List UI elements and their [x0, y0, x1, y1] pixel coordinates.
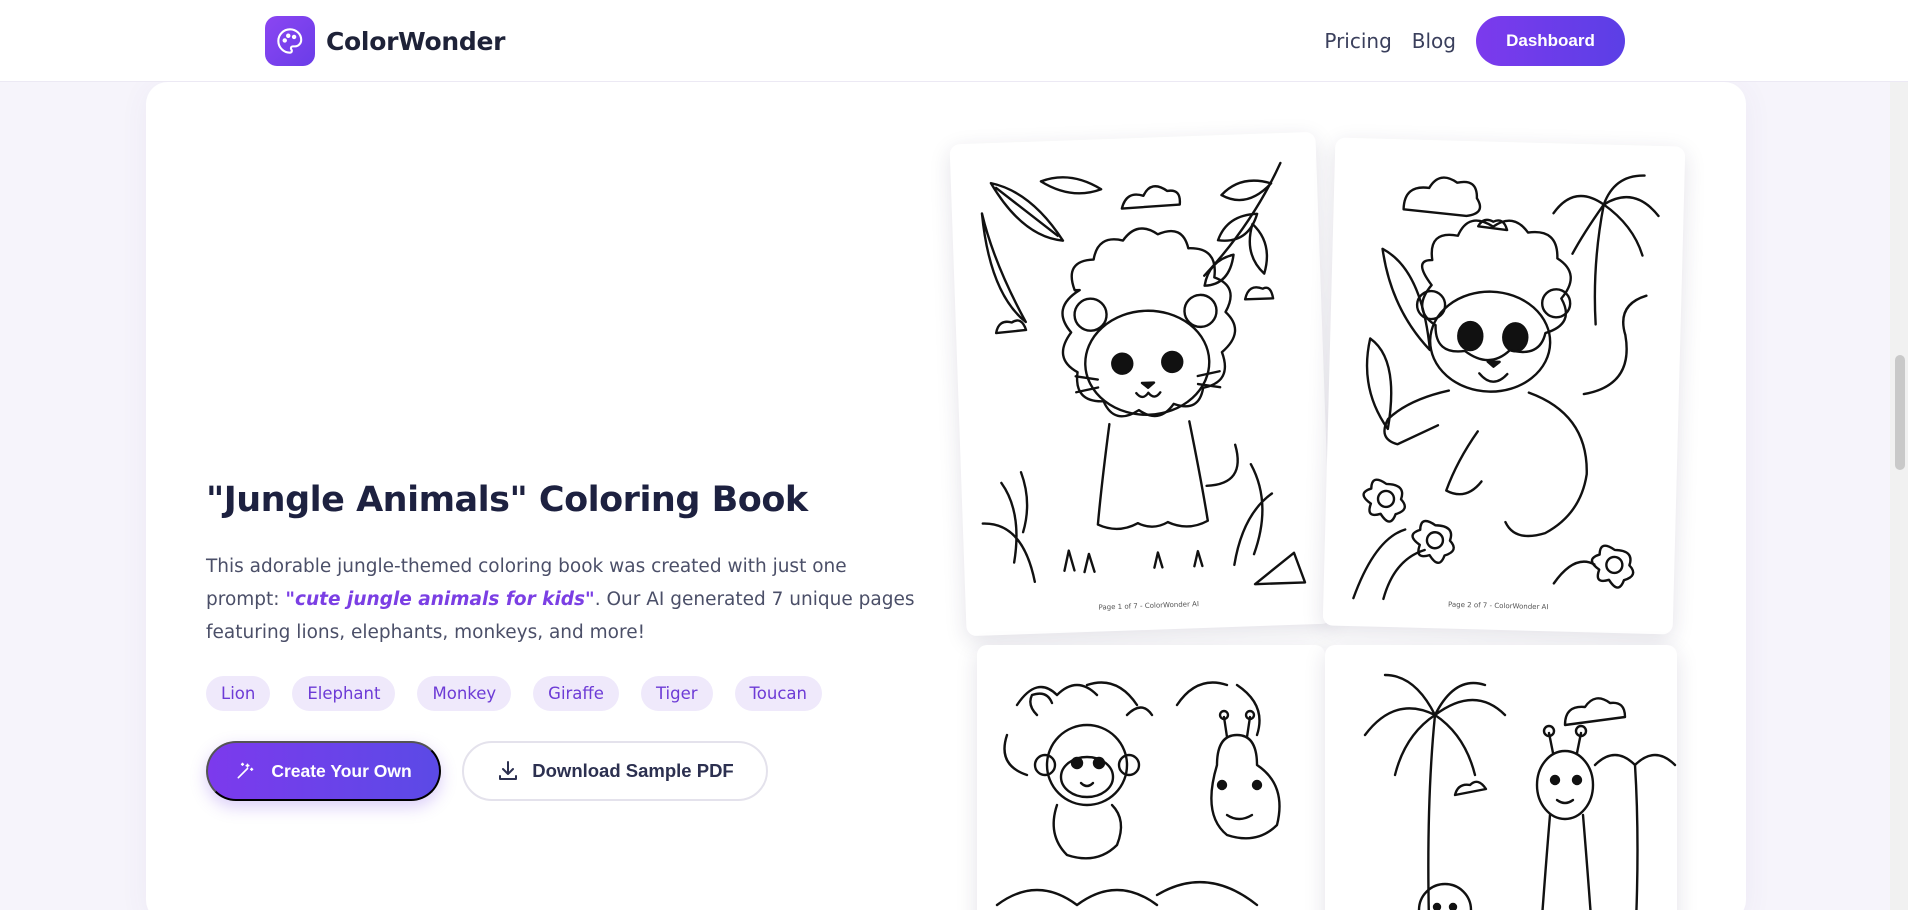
- animal-tags: Lion Elephant Monkey Giraffe Tiger Touca…: [206, 676, 844, 711]
- tag-toucan: Toucan: [734, 676, 822, 711]
- giraffe-palms-illustration: [1363, 673, 1677, 910]
- coloring-page-4[interactable]: [1325, 645, 1677, 910]
- magic-wand-icon: [237, 762, 254, 779]
- lion-illustration: [980, 161, 1307, 586]
- nav-links: Pricing Blog Dashboard: [1324, 16, 1625, 66]
- lion-playing-illustration: [1352, 174, 1660, 601]
- tag-monkey: Monkey: [417, 676, 512, 711]
- download-sample-pdf-button[interactable]: Download Sample PDF: [462, 741, 768, 801]
- dashboard-button[interactable]: Dashboard: [1476, 16, 1625, 66]
- tag-tiger: Tiger: [640, 676, 713, 711]
- page-scrollbar[interactable]: [1890, 0, 1908, 910]
- book-description: This adorable jungle-themed coloring boo…: [206, 550, 926, 649]
- brand-name: ColorWonder: [326, 26, 506, 56]
- create-label: Create Your Own: [271, 760, 412, 781]
- tag-elephant: Elephant: [292, 676, 396, 711]
- nav-blog-link[interactable]: Blog: [1412, 29, 1456, 53]
- nav-pricing-link[interactable]: Pricing: [1324, 29, 1391, 53]
- scrollbar-thumb[interactable]: [1895, 355, 1905, 470]
- prompt-quote: "cute jungle animals for kids": [285, 589, 595, 610]
- coloring-page-3[interactable]: [977, 645, 1325, 910]
- create-your-own-button[interactable]: Create Your Own: [206, 741, 441, 801]
- cta-buttons: Create Your Own Download Sample PDF: [206, 741, 768, 801]
- monkey-giraffe-illustration: [995, 681, 1281, 907]
- top-nav-bar: ColorWonder Pricing Blog Dashboard: [0, 0, 1908, 82]
- book-title: "Jungle Animals" Coloring Book: [206, 480, 808, 520]
- tag-giraffe: Giraffe: [533, 676, 619, 711]
- tag-lion: Lion: [206, 676, 271, 711]
- coloring-page-2[interactable]: Page 2 of 7 - ColorWonder AI: [1322, 137, 1686, 635]
- palette-icon: [265, 16, 315, 66]
- download-icon: [499, 761, 518, 780]
- coloring-page-1[interactable]: Page 1 of 7 - ColorWonder AI: [949, 131, 1333, 637]
- brand-logo[interactable]: ColorWonder: [265, 16, 505, 66]
- download-label: Download Sample PDF: [532, 760, 734, 781]
